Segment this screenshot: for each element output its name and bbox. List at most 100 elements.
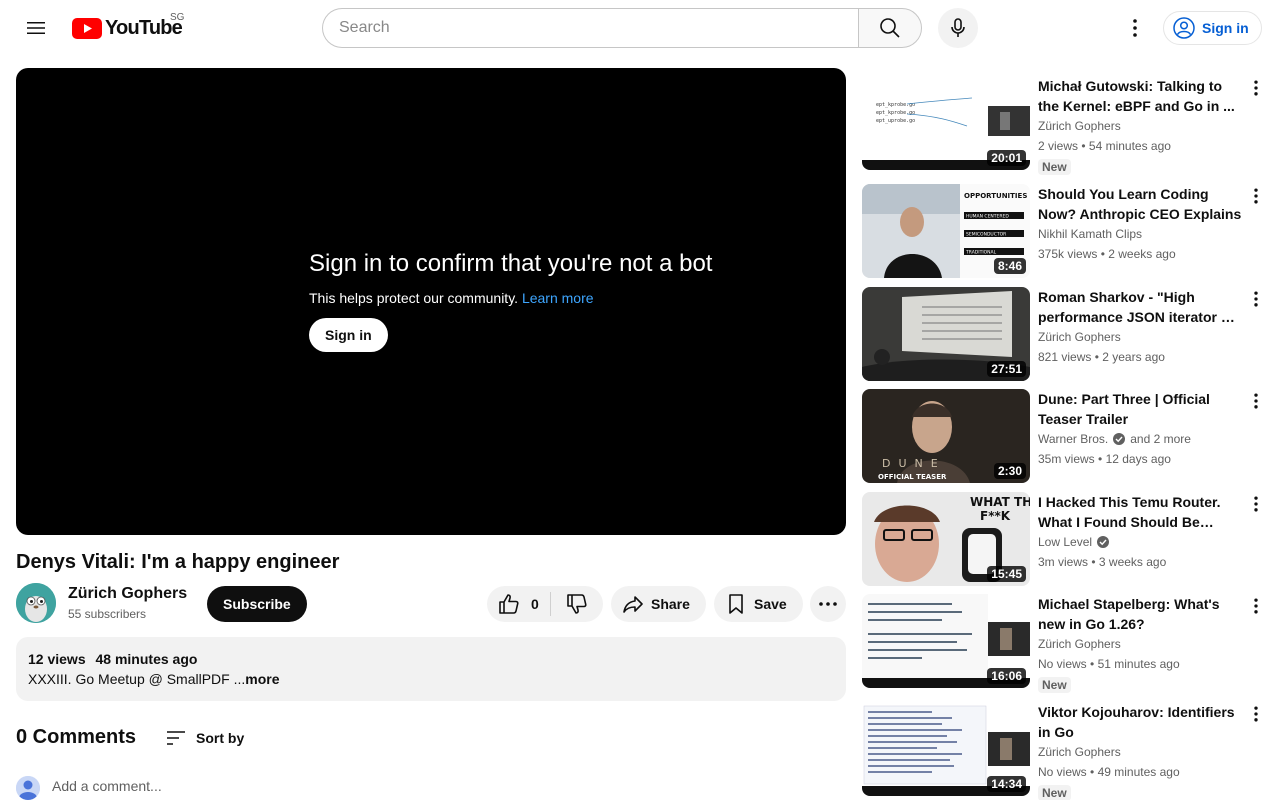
dislike-button[interactable]: [551, 586, 603, 622]
country-code: SG: [170, 12, 185, 23]
search-input[interactable]: [339, 19, 859, 37]
three-dots-vertical-icon: [1254, 706, 1258, 722]
sort-icon: [167, 731, 185, 745]
video-title[interactable]: Viktor Kojouharov: Identifiers in Go: [1038, 702, 1244, 742]
share-button[interactable]: Share: [611, 586, 706, 622]
thumbs-up-icon: [499, 594, 519, 614]
view-count: 375k views: [1038, 247, 1098, 261]
video-meta: 3m views • 3 weeks ago: [1038, 555, 1167, 569]
upload-age: 51 minutes ago: [1097, 657, 1180, 671]
like-button[interactable]: 0: [487, 586, 550, 622]
channel-name[interactable]: Low Level: [1038, 533, 1092, 551]
thumb-text-line: ept_kprobe.go: [876, 110, 915, 116]
channel-name[interactable]: Zürich Gophers: [1038, 743, 1121, 761]
video-title[interactable]: Roman Sharkov - "High performance JSON i…: [1038, 287, 1244, 327]
search-button[interactable]: [858, 8, 922, 48]
user-avatar: [16, 776, 40, 800]
share-arrow-icon: [623, 596, 643, 613]
youtube-logo[interactable]: YouTube: [72, 17, 183, 39]
recommended-video[interactable]: OPPORTUNITIES HUMAN CENTERED SEMICONDUCT…: [862, 184, 1272, 280]
bot-check-text: This helps protect our community.: [309, 290, 519, 306]
video-thumbnail[interactable]: ept_kprobe.go ept_kprobe.go ept_uprobe.g…: [862, 76, 1030, 170]
description-meta: 12 views 48 minutes ago: [28, 649, 834, 669]
video-title: Denys Vitali: I'm a happy engineer: [16, 551, 340, 573]
video-action-menu-button[interactable]: [1244, 184, 1268, 208]
video-action-menu-button[interactable]: [1244, 389, 1268, 413]
video-meta: No views • 51 minutes ago: [1038, 657, 1180, 671]
channel-name[interactable]: Zürich Gophers: [1038, 117, 1121, 135]
guide-menu-button[interactable]: [16, 8, 56, 48]
three-dots-vertical-icon: [1254, 598, 1258, 614]
save-button[interactable]: Save: [714, 586, 803, 622]
video-title[interactable]: Should You Learn Coding Now? Anthropic C…: [1038, 184, 1244, 224]
like-dislike-group: 0: [487, 586, 603, 622]
recommended-video[interactable]: WHAT THE F**K 15:45 I Hacked This Temu R…: [862, 492, 1272, 588]
recommended-video[interactable]: 16:06 Michael Stapelberg: What's new in …: [862, 594, 1272, 693]
video-duration: 14:34: [987, 776, 1026, 792]
recommended-video[interactable]: DUNE OFFICIAL TEASER 2:30 Dune: Part Thr…: [862, 389, 1272, 485]
gopher-avatar-icon: [16, 583, 56, 623]
learn-more-link[interactable]: Learn more: [522, 290, 594, 306]
upload-age: 2 weeks ago: [1108, 247, 1176, 261]
video-action-menu-button[interactable]: [1244, 594, 1268, 618]
channel-avatar[interactable]: [16, 583, 56, 623]
view-count: No views: [1038, 765, 1087, 779]
channel-name[interactable]: Zürich Gophers: [1038, 635, 1121, 653]
default-user-icon: [16, 776, 40, 800]
settings-menu-button[interactable]: [1115, 8, 1155, 48]
sort-comments-button[interactable]: Sort by: [164, 726, 254, 750]
thumb-text-line: TRADITIONAL: [965, 250, 997, 256]
video-title[interactable]: Dune: Part Three | Official Teaser Trail…: [1038, 389, 1244, 429]
video-duration: 8:46: [993, 258, 1026, 274]
subscribe-button[interactable]: Subscribe: [207, 586, 307, 622]
video-channel: Warner Bros. and 2 more: [1038, 430, 1244, 448]
video-meta: 35m views • 12 days ago: [1038, 452, 1171, 466]
search-icon: [880, 18, 900, 38]
video-meta: No views • 49 minutes ago: [1038, 765, 1180, 779]
voice-search-button[interactable]: [938, 8, 978, 48]
video-action-menu-button[interactable]: [1244, 702, 1268, 726]
video-thumbnail[interactable]: DUNE OFFICIAL TEASER 2:30: [862, 389, 1030, 483]
thumb-text-line: SEMICONDUCTOR: [966, 232, 1006, 238]
verified-badge-icon: [1096, 535, 1110, 549]
video-thumbnail[interactable]: 27:51: [862, 287, 1030, 381]
thumb-text-line: DUNE: [882, 457, 946, 470]
video-action-menu-button[interactable]: [1244, 76, 1268, 100]
video-thumbnail[interactable]: OPPORTUNITIES HUMAN CENTERED SEMICONDUCT…: [862, 184, 1030, 278]
description-box[interactable]: 12 views 48 minutes ago XXXIII. Go Meetu…: [16, 637, 846, 701]
channel-name[interactable]: Zürich Gophers: [68, 585, 187, 603]
video-action-menu-button[interactable]: [1244, 287, 1268, 311]
video-title[interactable]: I Hacked This Temu Router. What I Found …: [1038, 492, 1244, 532]
upload-age: 2 years ago: [1102, 350, 1165, 364]
add-comment-input[interactable]: Add a comment...: [52, 778, 162, 794]
recommended-video[interactable]: ept_kprobe.go ept_kprobe.go ept_uprobe.g…: [862, 76, 1272, 175]
video-thumbnail[interactable]: 16:06: [862, 594, 1030, 688]
description-more-button[interactable]: more: [245, 671, 279, 687]
channel-name[interactable]: Nikhil Kamath Clips: [1038, 225, 1142, 243]
video-title[interactable]: Michał Gutowski: Talking to the Kernel: …: [1038, 76, 1244, 116]
video-title[interactable]: Michael Stapelberg: What's new in Go 1.2…: [1038, 594, 1244, 634]
video-action-menu-button[interactable]: [1244, 492, 1268, 516]
video-info: Michael Stapelberg: What's new in Go 1.2…: [1038, 594, 1244, 694]
youtube-play-logo-icon: [72, 17, 102, 39]
more-actions-button[interactable]: [810, 586, 846, 622]
video-player[interactable]: Sign in to confirm that you're not a bot…: [16, 68, 846, 535]
channel-name[interactable]: Warner Bros.: [1038, 430, 1108, 448]
upload-age: 49 minutes ago: [1097, 765, 1180, 779]
video-info: Dune: Part Three | Official Teaser Trail…: [1038, 389, 1244, 468]
video-channel: Zürich Gophers: [1038, 328, 1244, 346]
recommended-video[interactable]: 14:34 Viktor Kojouharov: Identifiers in …: [862, 702, 1272, 800]
upload-time: 48 minutes ago: [95, 651, 198, 667]
video-duration: 2:30: [993, 463, 1026, 479]
channel-name[interactable]: Zürich Gophers: [1038, 328, 1121, 346]
video-thumbnail[interactable]: WHAT THE F**K 15:45: [862, 492, 1030, 586]
video-channel: Zürich Gophers: [1038, 743, 1244, 761]
header-sign-in-button[interactable]: Sign in: [1163, 11, 1262, 45]
video-thumbnail[interactable]: 14:34: [862, 702, 1030, 796]
video-duration: 27:51: [987, 361, 1026, 377]
recommended-video[interactable]: 27:51 Roman Sharkov - "High performance …: [862, 287, 1272, 383]
three-dots-vertical-icon: [1254, 188, 1258, 204]
view-count: 12 views: [28, 651, 86, 667]
video-info: Should You Learn Coding Now? Anthropic C…: [1038, 184, 1244, 263]
player-sign-in-button[interactable]: Sign in: [309, 318, 388, 352]
